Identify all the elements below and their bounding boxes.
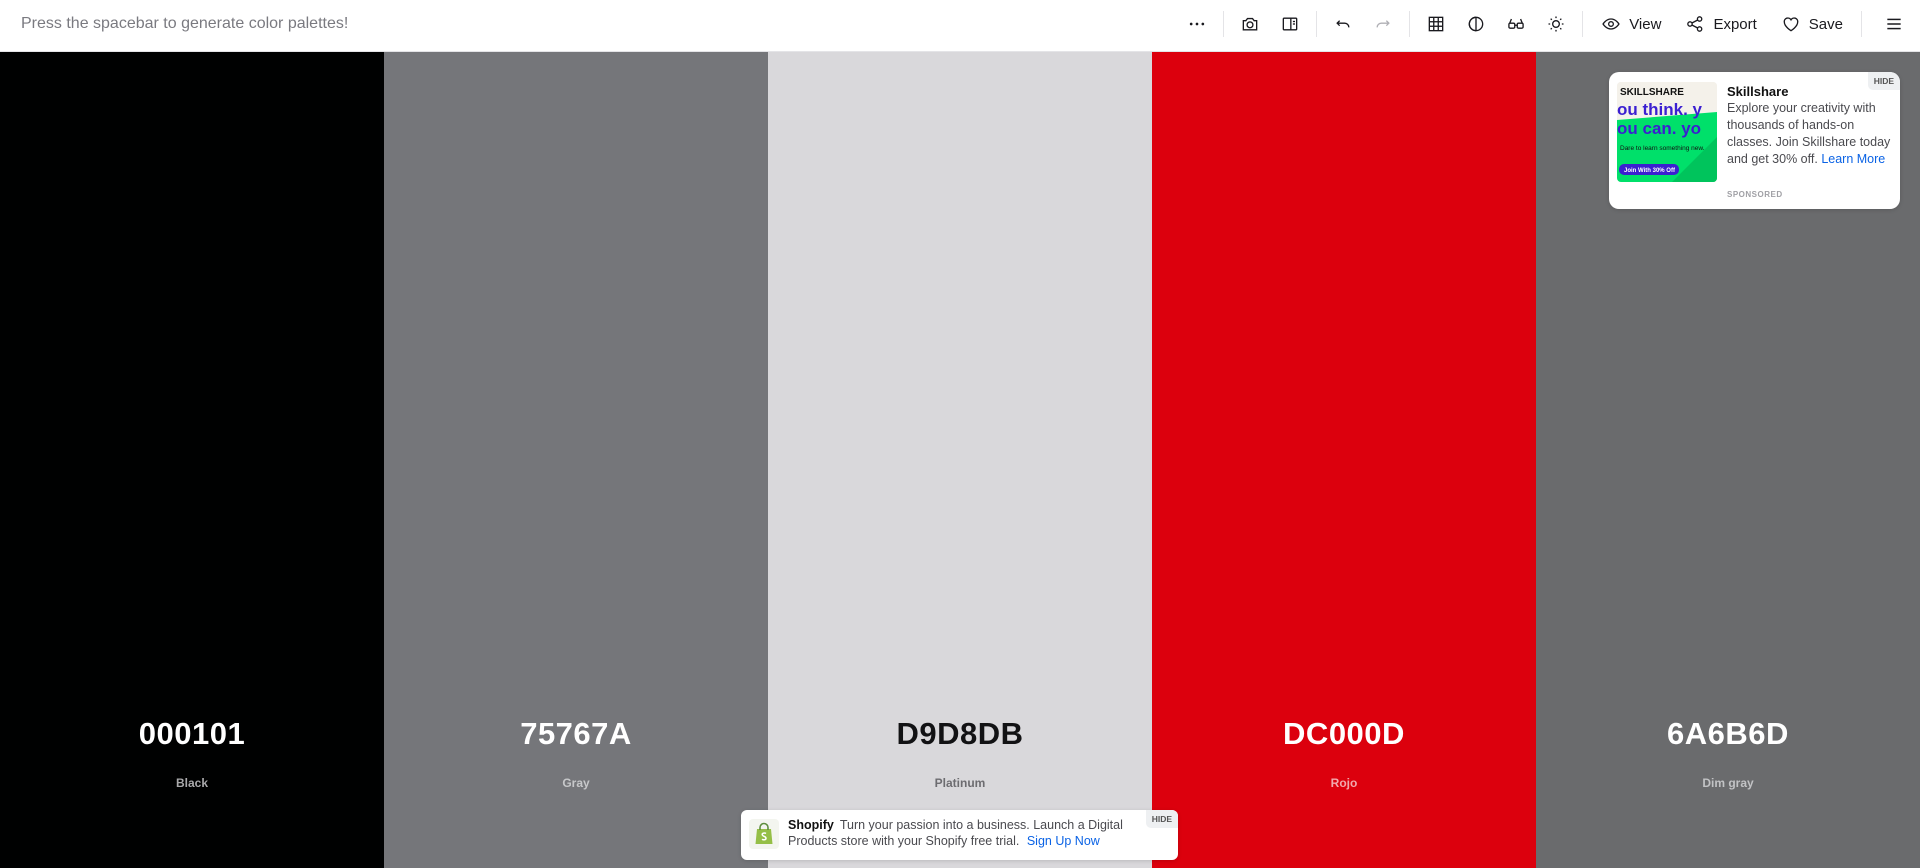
hamburger-menu-icon: [1887, 18, 1901, 30]
toolbar-divider: [1861, 11, 1862, 37]
glasses-icon: [1508, 18, 1524, 29]
ad-thumb-line2: ou can. yo: [1617, 119, 1701, 138]
color-name[interactable]: Rojo: [1152, 776, 1536, 790]
banner-text[interactable]: Shopify Turn your passion into a business…: [788, 817, 1138, 849]
color-swatch[interactable]: 000101 Black: [0, 52, 384, 868]
spacebar-hint: Press the spacebar to generate color pal…: [21, 15, 349, 32]
share-icon: [1687, 16, 1703, 32]
grid-view-button[interactable]: [1416, 8, 1456, 40]
toolbar-divider: [1316, 11, 1318, 37]
side-panel-button[interactable]: [1270, 8, 1310, 40]
toolbar-divider: [1223, 11, 1225, 37]
color-swatch[interactable]: DC000D Rojo: [1152, 52, 1536, 868]
heart-icon: [1783, 17, 1799, 32]
view-button[interactable]: View: [1589, 8, 1673, 40]
contrast-button[interactable]: [1456, 8, 1496, 40]
export-label: Export: [1713, 15, 1757, 33]
save-label: Save: [1808, 15, 1843, 33]
ad-thumb-line1: ou think. y: [1617, 100, 1703, 119]
color-hex-code[interactable]: 6A6B6D: [1536, 716, 1920, 752]
eye-icon: [1602, 18, 1620, 30]
color-name[interactable]: Black: [0, 776, 384, 790]
side-panel-icon: [1282, 17, 1298, 31]
toolbar-actions: View Export Save: [1177, 0, 1920, 48]
ad-thumbnail[interactable]: SKILLSHARE ou think. y ou can. yo Dare t…: [1617, 82, 1717, 182]
hide-ad-button[interactable]: HIDE: [1867, 72, 1900, 90]
hide-banner-button[interactable]: HIDE: [1145, 810, 1178, 828]
more-horizontal-icon: [1190, 22, 1205, 26]
color-swatch[interactable]: D9D8DB Platinum: [768, 52, 1152, 868]
more-options-button[interactable]: [1177, 8, 1217, 40]
export-button[interactable]: Export: [1673, 8, 1768, 40]
sponsored-label: SPONSORED: [1727, 190, 1783, 199]
ad-thumb-small: Dare to learn something new.: [1620, 145, 1705, 152]
adjust-palette-button[interactable]: [1536, 8, 1576, 40]
ad-learn-more-link[interactable]: Learn More: [1821, 152, 1885, 166]
ad-thumbnail-image: SKILLSHARE ou think. y ou can. yo Dare t…: [1617, 82, 1717, 182]
camera-button[interactable]: [1230, 8, 1270, 40]
sun-icon: [1548, 16, 1564, 32]
color-blindness-button[interactable]: [1496, 8, 1536, 40]
redo-button[interactable]: [1363, 8, 1403, 40]
save-button[interactable]: Save: [1769, 8, 1855, 40]
color-hex-code[interactable]: D9D8DB: [768, 716, 1152, 752]
ad-brand[interactable]: Skillshare: [1727, 84, 1788, 99]
grid-icon: [1428, 16, 1444, 32]
toolbar-divider: [1409, 11, 1411, 37]
ad-thumb-cta: Join With 30% Off: [1624, 168, 1676, 174]
color-hex-code[interactable]: 75767A: [384, 716, 768, 752]
color-name[interactable]: Platinum: [768, 776, 1152, 790]
main-menu-button[interactable]: [1868, 8, 1920, 40]
ad-thumb-wordmark: SKILLSHARE: [1620, 87, 1684, 98]
bottom-banner-ad[interactable]: Shopify Turn your passion into a business…: [741, 810, 1178, 860]
color-hex-code[interactable]: DC000D: [1152, 716, 1536, 752]
ad-description[interactable]: Explore your creativity with thousands o…: [1727, 100, 1892, 168]
color-hex-code[interactable]: 000101: [0, 716, 384, 752]
redo-icon: [1376, 20, 1390, 28]
camera-icon: [1242, 17, 1258, 31]
view-label: View: [1629, 15, 1662, 33]
contrast-icon: [1468, 16, 1484, 32]
color-swatch[interactable]: 75767A Gray: [384, 52, 768, 868]
color-name[interactable]: Gray: [384, 776, 768, 790]
banner-signup-link[interactable]: Sign Up Now: [1027, 834, 1100, 848]
shopify-logo: [749, 819, 779, 849]
undo-icon: [1336, 20, 1350, 28]
sponsored-ad-card[interactable]: SKILLSHARE ou think. y ou can. yo Dare t…: [1609, 72, 1900, 209]
color-name[interactable]: Dim gray: [1536, 776, 1920, 790]
top-toolbar: Press the spacebar to generate color pal…: [0, 0, 1920, 52]
banner-brand: Shopify: [788, 818, 834, 832]
toolbar-divider: [1582, 11, 1584, 37]
shopping-bag-icon: [755, 822, 773, 844]
undo-button[interactable]: [1323, 8, 1363, 40]
